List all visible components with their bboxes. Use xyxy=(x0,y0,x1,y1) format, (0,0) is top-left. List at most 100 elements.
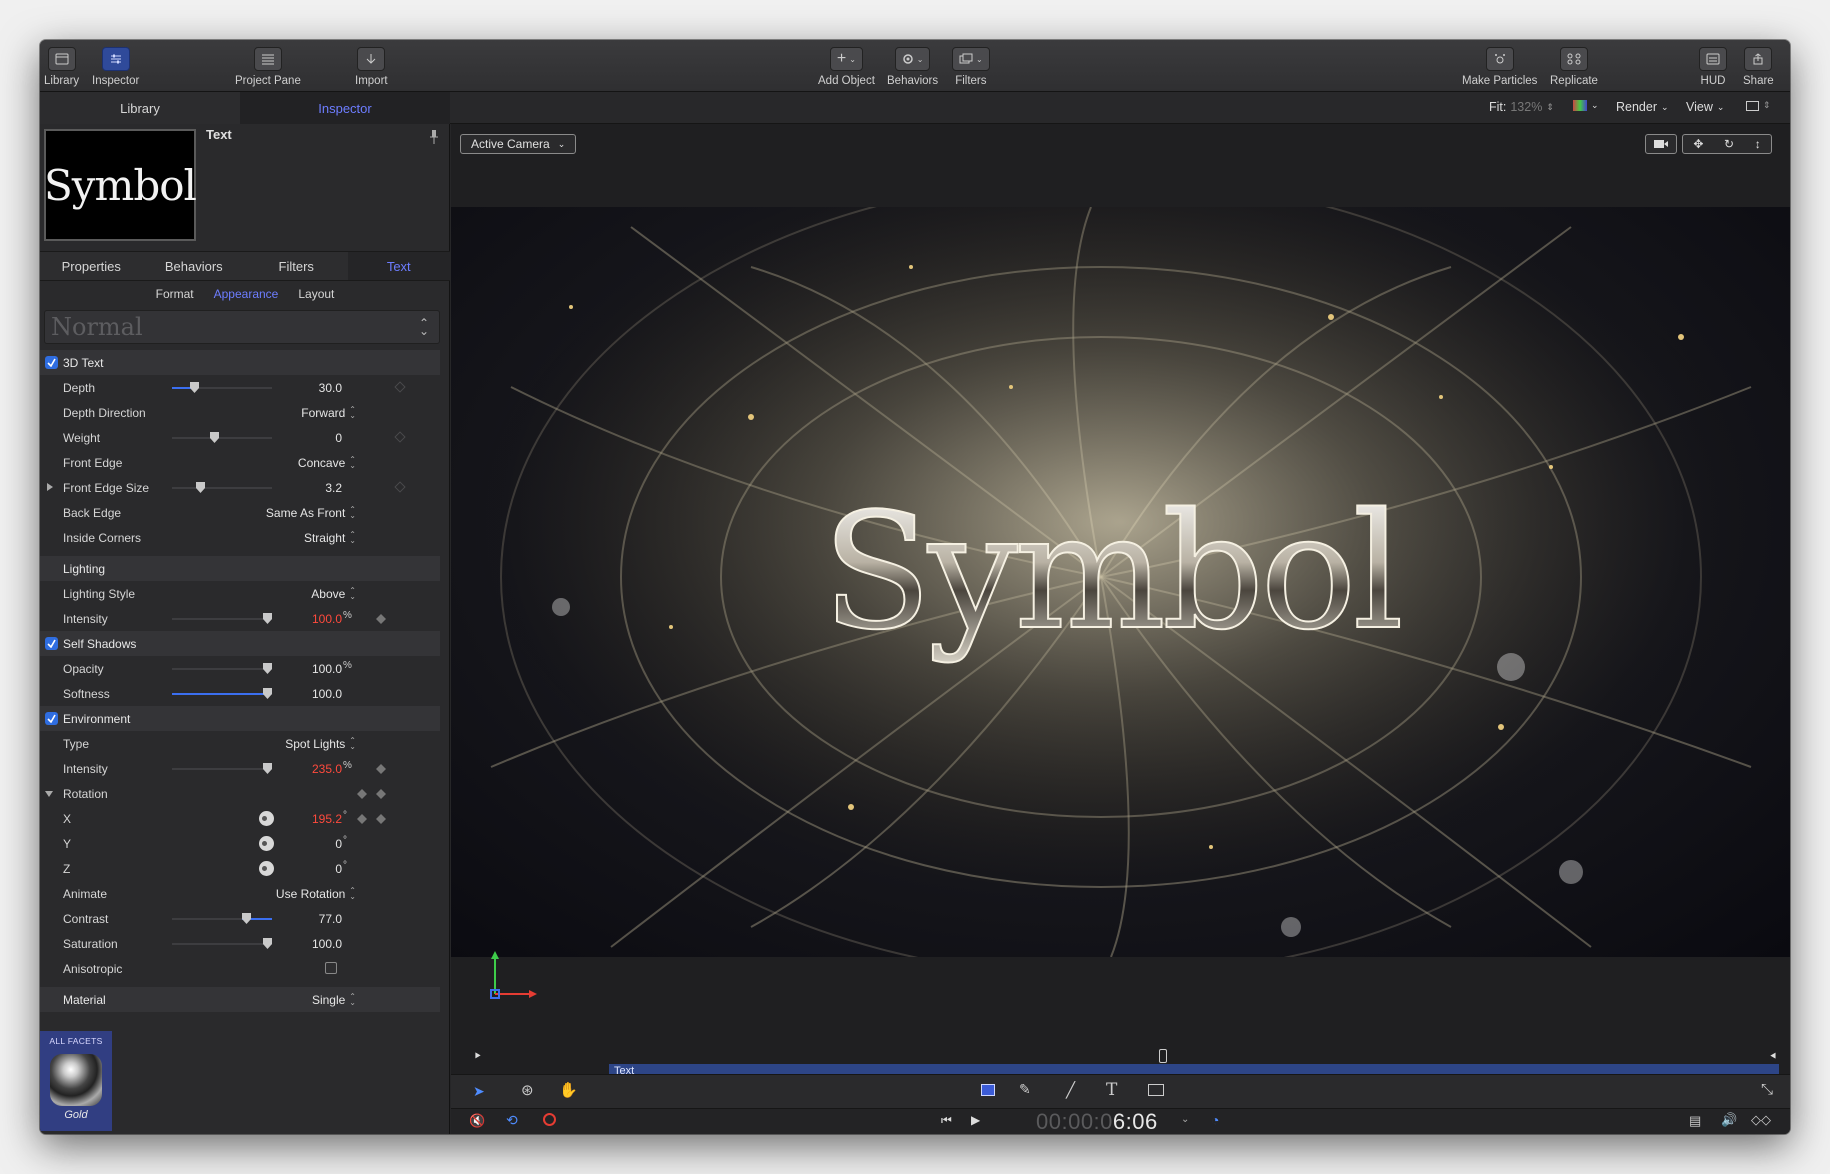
front-edge-size-slider[interactable] xyxy=(172,482,272,493)
go-to-start-icon[interactable]: ⏮ xyxy=(941,1113,952,1128)
rotation-x-value[interactable]: 195.2 xyxy=(312,812,342,826)
library-toolbar-button[interactable]: Library xyxy=(44,47,79,87)
rotation-z-dial[interactable] xyxy=(259,861,274,876)
symbol-3d-text[interactable]: Symbol xyxy=(821,477,1405,666)
rotation-z-value[interactable]: 0 xyxy=(335,862,342,876)
out-point-icon[interactable]: ⯇ xyxy=(1769,1051,1778,1064)
transform-icon[interactable]: ⊛ xyxy=(521,1081,534,1099)
tab-properties[interactable]: Properties xyxy=(40,252,143,280)
project-pane-button[interactable]: Project Pane xyxy=(235,47,301,87)
bezier-pen-icon[interactable]: ✎ xyxy=(1019,1081,1031,1098)
playhead[interactable] xyxy=(1159,1049,1167,1063)
pin-icon[interactable] xyxy=(430,130,438,144)
add-object-button[interactable]: + ⌄ Add Object xyxy=(818,47,875,87)
environment-type-popup[interactable]: Spot Lights ⌃ ⌄ xyxy=(285,736,356,751)
subtab-appearance[interactable]: Appearance xyxy=(214,287,279,301)
dolly-icon[interactable]: ↕ xyxy=(1755,137,1761,151)
pan-hand-icon[interactable]: ✋ xyxy=(559,1081,578,1099)
depth-direction-popup[interactable]: Forward ⌃ ⌄ xyxy=(301,405,356,420)
keyframe-diamond-icon[interactable] xyxy=(376,788,386,799)
timer-icon[interactable]: ◔ xyxy=(1211,1112,1219,1128)
softness-slider[interactable] xyxy=(172,688,272,699)
replicate-button[interactable]: Replicate xyxy=(1550,47,1598,87)
camera-view-button[interactable] xyxy=(1645,134,1677,154)
softness-value[interactable]: 100.0 xyxy=(312,687,342,701)
loop-icon[interactable]: ⟲ xyxy=(506,1112,518,1129)
prev-keyframe-icon[interactable] xyxy=(357,813,367,824)
front-edge-size-value[interactable]: 3.2 xyxy=(325,481,342,495)
tab-behaviors[interactable]: Behaviors xyxy=(143,252,246,280)
mask-tool-icon[interactable] xyxy=(1148,1084,1164,1096)
orbit-icon[interactable]: ↻ xyxy=(1724,137,1734,151)
timecode-display[interactable]: 00:00:06:06 xyxy=(1036,1109,1158,1134)
tab-inspector[interactable]: Inspector xyxy=(240,92,450,124)
shape-rectangle-icon[interactable] xyxy=(981,1084,995,1096)
saturation-value[interactable]: 100.0 xyxy=(312,937,342,951)
facet-gold[interactable]: ALL FACETS Gold xyxy=(40,1031,112,1131)
subtab-format[interactable]: Format xyxy=(156,287,194,301)
front-edge-popup[interactable]: Concave ⌃ ⌄ xyxy=(298,455,356,470)
paint-stroke-icon[interactable]: ╱ xyxy=(1066,1081,1075,1099)
text-tool-icon[interactable]: T xyxy=(1106,1080,1117,1100)
keyframe-diamond-icon[interactable] xyxy=(376,613,386,624)
tab-library[interactable]: Library xyxy=(40,92,240,124)
timeline-toggle-icon[interactable]: ▤ xyxy=(1689,1113,1701,1129)
record-icon[interactable] xyxy=(543,1113,556,1126)
share-button[interactable]: Share xyxy=(1743,47,1774,87)
environment-intensity-value[interactable]: 235.0 xyxy=(312,762,342,776)
keyframe-icon[interactable] xyxy=(394,381,406,393)
opacity-slider[interactable] xyxy=(172,663,272,674)
canvas-viewer[interactable]: Symbol xyxy=(451,207,1790,957)
text-style-preset-popup[interactable]: Normal ⌃ ⌄ xyxy=(44,310,440,344)
full-screen-icon[interactable]: ⤡ xyxy=(1761,1081,1773,1098)
rotation-x-dial[interactable] xyxy=(259,811,274,826)
chevron-down-icon[interactable]: ⌄ xyxy=(1181,1114,1189,1125)
inspector-toolbar-button[interactable]: Inspector xyxy=(92,47,139,87)
depth-slider[interactable] xyxy=(172,382,272,393)
camera-menu[interactable]: Active Camera ⌄ xyxy=(460,134,577,154)
rotation-y-value[interactable]: 0 xyxy=(335,837,342,851)
tab-filters[interactable]: Filters xyxy=(245,252,348,280)
depth-value[interactable]: 30.0 xyxy=(319,381,342,395)
rotation-y-dial[interactable] xyxy=(259,836,274,851)
3d-text-checkbox[interactable] xyxy=(45,356,58,369)
hud-button[interactable]: HUD xyxy=(1699,47,1727,87)
mute-icon[interactable]: 🔇 xyxy=(469,1113,485,1129)
filters-button[interactable]: ⌄ Filters xyxy=(952,47,990,87)
lighting-style-popup[interactable]: Above ⌃ ⌄ xyxy=(311,586,356,601)
audio-icon[interactable]: 🔊 xyxy=(1721,1112,1737,1128)
prev-keyframe-icon[interactable] xyxy=(357,788,367,799)
keyframe-editor-icon[interactable]: ◇◇ xyxy=(1751,1112,1771,1128)
fit-zoom-control[interactable]: Fit: 132% ⇕ xyxy=(1489,100,1554,114)
keyframe-icon[interactable] xyxy=(394,431,406,443)
play-icon[interactable]: ▶ xyxy=(971,1113,980,1127)
keyframe-diamond-icon[interactable] xyxy=(376,813,386,824)
intensity-value[interactable]: 100.0 xyxy=(312,612,342,626)
in-point-icon[interactable]: ⯈ xyxy=(473,1051,482,1064)
weight-value[interactable]: 0 xyxy=(335,431,342,445)
self-shadows-checkbox[interactable] xyxy=(45,637,58,650)
opacity-value[interactable]: 100.0 xyxy=(312,662,342,676)
contrast-value[interactable]: 77.0 xyxy=(319,912,342,926)
keyframe-icon[interactable] xyxy=(394,481,406,493)
tab-text[interactable]: Text xyxy=(347,252,450,280)
material-popup[interactable]: Single ⌃ ⌄ xyxy=(312,992,356,1007)
channels-button[interactable]: ⌄ xyxy=(1573,100,1599,111)
disclosure-triangle-icon[interactable] xyxy=(45,791,53,797)
saturation-slider[interactable] xyxy=(172,938,272,949)
view-menu[interactable]: View ⌄ xyxy=(1686,100,1724,114)
environment-intensity-slider[interactable] xyxy=(172,763,272,774)
environment-checkbox[interactable] xyxy=(45,712,58,725)
render-menu[interactable]: Render ⌄ xyxy=(1616,100,1669,114)
anisotropic-checkbox[interactable] xyxy=(325,962,337,974)
back-edge-popup[interactable]: Same As Front ⌃ ⌄ xyxy=(266,505,356,520)
inside-corners-popup[interactable]: Straight ⌃ ⌄ xyxy=(304,530,356,545)
disclosure-triangle-icon[interactable] xyxy=(47,483,53,491)
keyframe-diamond-icon[interactable] xyxy=(376,763,386,774)
move-icon[interactable]: ✥ xyxy=(1693,137,1703,151)
layout-menu[interactable]: ⇕ xyxy=(1746,100,1771,111)
import-button[interactable]: Import xyxy=(355,47,388,87)
make-particles-button[interactable]: Make Particles xyxy=(1462,47,1537,87)
behaviors-button[interactable]: ⌄ Behaviors xyxy=(887,47,938,87)
contrast-slider[interactable] xyxy=(172,913,272,924)
